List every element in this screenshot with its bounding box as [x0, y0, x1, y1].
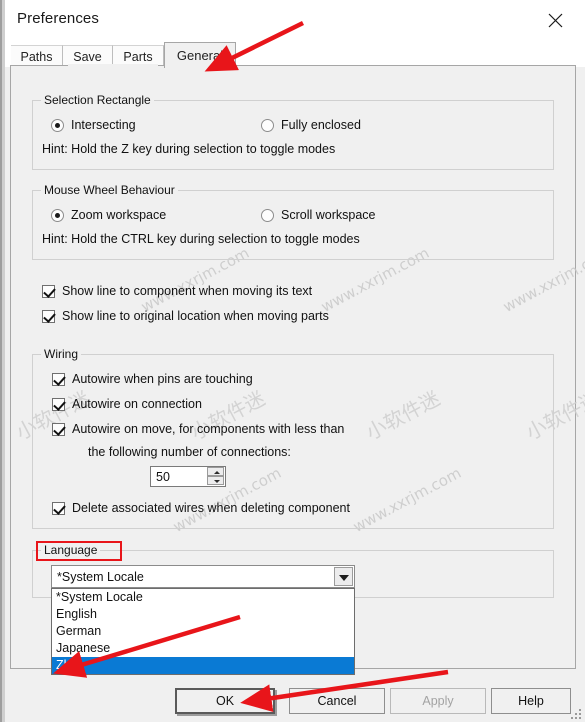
dropdown-option-zh[interactable]: Zh: [52, 657, 354, 674]
checkbox-label-autowire-on-move[interactable]: Autowire on move, for components with le…: [72, 422, 344, 436]
radio-label-scroll-workspace[interactable]: Scroll workspace: [281, 208, 375, 222]
checkbox-label-show-line-to-component[interactable]: Show line to component when moving its t…: [62, 284, 312, 298]
tab-strip: Paths Save Parts General: [5, 40, 585, 68]
group-caption-mouse-wheel: Mouse Wheel Behaviour: [41, 183, 178, 197]
language-combobox-value: *System Locale: [57, 570, 144, 584]
radio-label-zoom-workspace[interactable]: Zoom workspace: [71, 208, 166, 222]
group-mouse-wheel: Mouse Wheel Behaviour: [32, 183, 554, 260]
tab-paths[interactable]: Paths: [11, 45, 63, 67]
checkbox-label-delete-associated-wires[interactable]: Delete associated wires when deleting co…: [72, 501, 350, 515]
tab-general[interactable]: General: [164, 42, 236, 68]
connections-spinner[interactable]: 50: [150, 466, 226, 487]
help-button[interactable]: Help: [491, 688, 571, 714]
group-caption-selection-rectangle: Selection Rectangle: [41, 93, 154, 107]
cancel-button[interactable]: Cancel: [289, 688, 385, 714]
tab-active-notch: [68, 64, 158, 67]
language-combobox[interactable]: *System Locale: [51, 565, 355, 588]
hint-selection-rectangle: Hint: Hold the Z key during selection to…: [42, 142, 336, 156]
checkbox-label-autowire-on-connection[interactable]: Autowire on connection: [72, 397, 202, 411]
spinner-buttons[interactable]: [207, 467, 224, 486]
checkbox-delete-associated-wires[interactable]: [52, 502, 65, 515]
radio-label-fully-enclosed[interactable]: Fully enclosed: [281, 118, 361, 132]
checkbox-label-show-line-to-original[interactable]: Show line to original location when movi…: [62, 309, 329, 323]
checkbox-autowire-pins-touching[interactable]: [52, 373, 65, 386]
window-left-border: [0, 0, 2, 722]
checkbox-autowire-on-move[interactable]: [52, 423, 65, 436]
close-button[interactable]: [526, 0, 585, 40]
dropdown-option-english[interactable]: English: [52, 606, 354, 623]
checkbox-show-line-to-component[interactable]: [42, 285, 55, 298]
ok-button[interactable]: OK: [175, 688, 275, 714]
chevron-down-icon[interactable]: [334, 567, 353, 586]
annotation-box-language: [36, 541, 122, 561]
radio-scroll-workspace[interactable]: [261, 209, 274, 222]
group-caption-wiring: Wiring: [41, 347, 82, 361]
label-connections-count: the following number of connections:: [88, 445, 291, 459]
checkbox-show-line-to-original[interactable]: [42, 310, 55, 323]
spinner-down-icon[interactable]: [207, 476, 224, 485]
radio-fully-enclosed[interactable]: [261, 119, 274, 132]
group-selection-rectangle: Selection Rectangle: [32, 93, 554, 170]
spinner-up-icon[interactable]: [207, 467, 224, 476]
close-icon: [548, 13, 563, 27]
resize-grip[interactable]: [571, 709, 582, 720]
apply-button: Apply: [390, 688, 486, 714]
title-bar: Preferences: [5, 0, 585, 40]
language-dropdown-list[interactable]: *System Locale English German Japanese Z…: [51, 588, 355, 675]
hint-mouse-wheel: Hint: Hold the CTRL key during selection…: [42, 232, 360, 246]
connections-spinner-value[interactable]: 50: [156, 470, 170, 484]
preferences-dialog: Preferences Paths Save Parts General www…: [0, 0, 585, 722]
radio-intersecting[interactable]: [51, 119, 64, 132]
radio-zoom-workspace[interactable]: [51, 209, 64, 222]
dropdown-option-system-locale[interactable]: *System Locale: [52, 589, 354, 606]
radio-label-intersecting[interactable]: Intersecting: [71, 118, 136, 132]
page-title: Preferences: [17, 10, 99, 27]
checkbox-label-autowire-pins-touching[interactable]: Autowire when pins are touching: [72, 372, 253, 386]
dropdown-option-german[interactable]: German: [52, 623, 354, 640]
dropdown-option-japanese[interactable]: Japanese: [52, 640, 354, 657]
checkbox-autowire-on-connection[interactable]: [52, 398, 65, 411]
